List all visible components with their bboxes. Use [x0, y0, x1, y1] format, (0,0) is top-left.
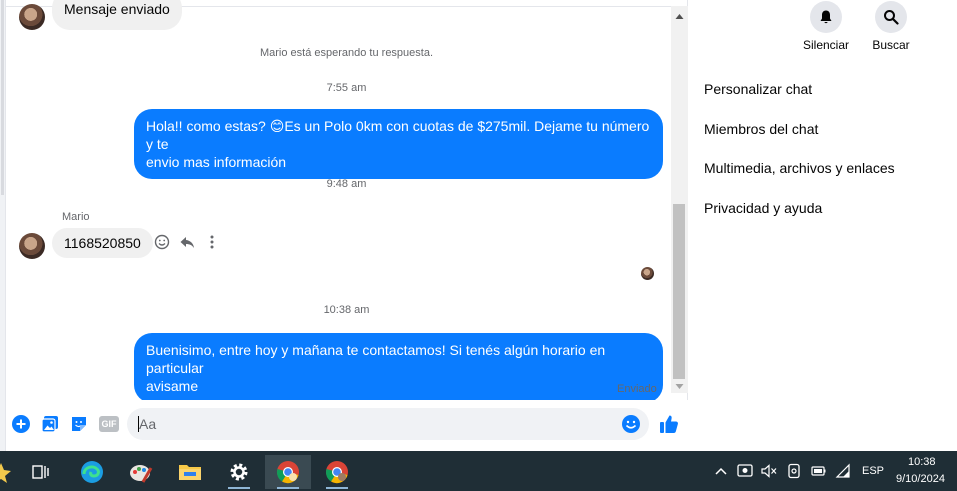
sender-name: Mario	[62, 211, 90, 223]
clock-time[interactable]: 10:38	[908, 456, 936, 468]
gif-icon[interactable]: GIF	[98, 414, 120, 434]
waiting-notice: Mario está esperando tu respuesta.	[259, 47, 434, 59]
settings-icon[interactable]	[219, 455, 259, 489]
message-composer: GIF Aa	[6, 400, 688, 451]
task-view-icon[interactable]	[21, 455, 61, 489]
avatar[interactable]	[19, 233, 45, 259]
chat-scrollbar[interactable]	[671, 6, 688, 393]
file-explorer-icon[interactable]	[170, 455, 210, 489]
menu-item-chat-members[interactable]: Miembros del chat	[704, 121, 818, 137]
bell-icon	[820, 10, 832, 24]
image-icon[interactable]	[40, 414, 60, 434]
message-bubble-incoming[interactable]: 1168520850	[52, 228, 153, 258]
running-indicator	[277, 487, 299, 489]
screen-record-icon[interactable]	[737, 463, 753, 479]
windows-taskbar: ESP 10:38 9/10/2024	[0, 451, 957, 491]
chrome-icon[interactable]	[317, 455, 357, 489]
running-indicator	[228, 487, 250, 489]
mute-button[interactable]	[810, 1, 842, 33]
paint-icon[interactable]	[121, 455, 161, 489]
running-indicator	[326, 487, 348, 489]
menu-item-customize-chat[interactable]: Personalizar chat	[704, 81, 812, 97]
chat-info-panel: Silenciar Buscar Personalizar chat Miemb…	[689, 0, 957, 451]
reply-icon[interactable]	[178, 233, 196, 251]
scroll-up-arrow-icon[interactable]	[675, 12, 684, 21]
volume-muted-icon[interactable]	[761, 463, 777, 479]
clock-date[interactable]: 9/10/2024	[896, 473, 945, 485]
wifi-icon[interactable]	[835, 463, 851, 479]
plus-icon[interactable]	[11, 414, 31, 434]
message-input-placeholder: Aa	[139, 416, 157, 432]
menu-item-media-files-links[interactable]: Multimedia, archivos y enlaces	[704, 160, 895, 176]
avatar[interactable]	[19, 4, 45, 30]
message-text: Mensaje enviado	[64, 1, 170, 17]
message-text: envio mas información	[146, 154, 287, 170]
timestamp: 7:55 am	[326, 82, 367, 94]
message-bubble-outgoing[interactable]: Hola!! como estas? 😊Es un Polo 0km con c…	[134, 109, 663, 179]
device-icon[interactable]	[786, 463, 802, 479]
message-text: Hola!! como estas? 😊Es un Polo 0km con c…	[146, 118, 650, 152]
react-icon[interactable]	[153, 233, 171, 251]
search-label: Buscar	[872, 38, 910, 52]
widgets-icon[interactable]	[0, 455, 14, 489]
chevron-up-icon[interactable]	[713, 463, 729, 479]
scroll-thumb[interactable]	[673, 204, 685, 379]
search-button[interactable]	[875, 1, 907, 33]
message-input[interactable]: Aa	[127, 408, 649, 440]
chat-thread: Mensaje enviado Mario está esperando tu …	[6, 0, 688, 451]
timestamp: 10:38 am	[323, 304, 370, 316]
mute-label: Silenciar	[802, 38, 850, 52]
emoji-icon[interactable]	[621, 414, 641, 434]
message-text: 1168520850	[64, 235, 141, 251]
sticker-icon[interactable]	[69, 414, 89, 434]
more-options-icon[interactable]	[203, 233, 221, 251]
language-indicator[interactable]: ESP	[862, 465, 884, 477]
like-icon[interactable]	[658, 414, 680, 434]
message-text: Buenisimo, entre hoy y mañana te contact…	[146, 342, 606, 376]
search-icon	[884, 10, 899, 25]
message-text: avisame	[146, 378, 199, 394]
read-receipt-avatar	[641, 267, 654, 280]
delivery-status: Enviado	[617, 383, 657, 395]
timestamp: 9:48 am	[326, 178, 367, 190]
menu-item-privacy-support[interactable]: Privacidad y ayuda	[704, 200, 822, 216]
edge-icon[interactable]	[72, 455, 112, 489]
left-scroll-thumb[interactable]	[1, 0, 4, 195]
scroll-down-arrow-icon[interactable]	[675, 382, 684, 391]
gif-label: GIF	[99, 416, 119, 432]
battery-icon[interactable]	[810, 463, 826, 479]
chrome-icon-active[interactable]	[265, 455, 311, 489]
message-bubble-outgoing[interactable]: Buenisimo, entre hoy y mañana te contact…	[134, 333, 663, 403]
message-bubble-incoming[interactable]: Mensaje enviado	[52, 0, 182, 30]
